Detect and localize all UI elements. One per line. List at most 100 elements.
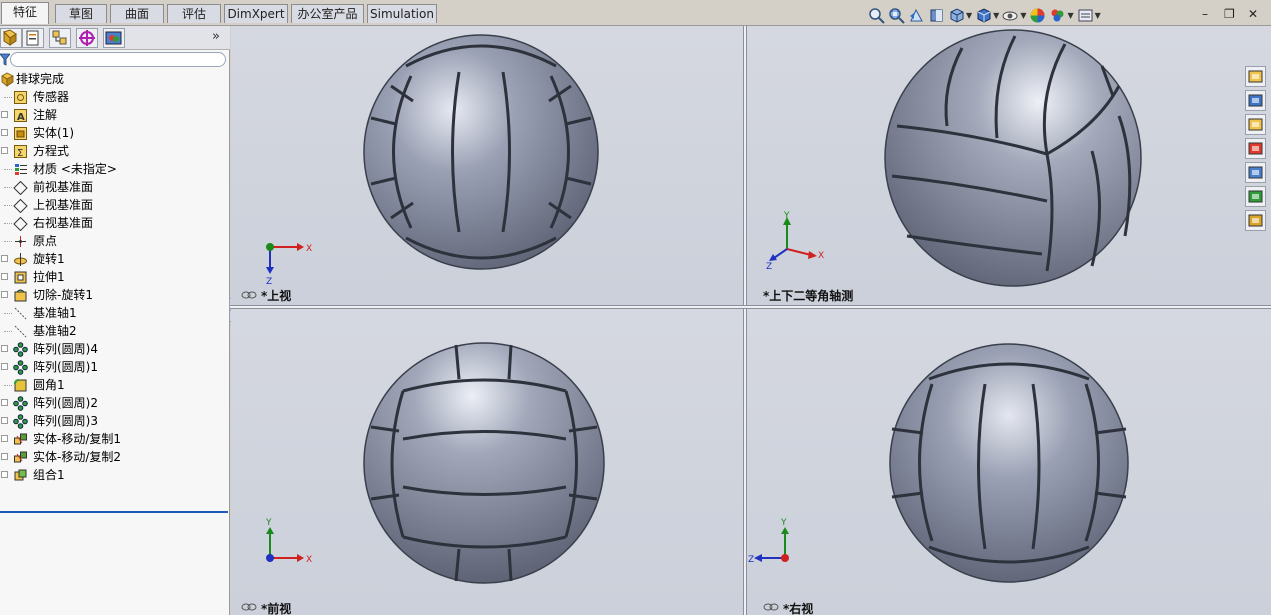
view-settings-dropdown-icon[interactable]: ▼	[1095, 11, 1101, 20]
tree-node[interactable]: 阵列(圆周)3	[0, 412, 228, 430]
tab-dimxpert[interactable]: DimXpert	[224, 4, 288, 23]
configuration-manager-tab[interactable]	[49, 28, 71, 48]
tree-node-label: 基准轴2	[33, 324, 77, 338]
expand-toggle-icon[interactable]	[1, 345, 8, 352]
expand-toggle-icon[interactable]	[1, 435, 8, 442]
expand-toggle-icon[interactable]	[1, 399, 8, 406]
hide-show-items-icon[interactable]	[1002, 7, 1019, 24]
expand-toggle-icon[interactable]	[1, 417, 8, 424]
expand-toggle-icon[interactable]	[1, 291, 8, 298]
tree-node[interactable]: 阵列(圆周)1	[0, 358, 228, 376]
tree-node[interactable]: 阵列(圆周)4	[0, 340, 228, 358]
link-views-icon[interactable]	[241, 603, 257, 611]
view-palette-tab[interactable]	[1245, 162, 1266, 183]
property-manager-tab[interactable]	[22, 28, 44, 48]
view-settings-icon[interactable]	[1077, 7, 1094, 24]
rollback-bar[interactable]	[0, 511, 228, 513]
link-views-icon[interactable]	[241, 291, 257, 299]
filter-icon[interactable]	[0, 53, 10, 66]
viewport-right[interactable]: Y Z *右视	[747, 309, 1271, 615]
expand-toggle-icon[interactable]	[1, 471, 8, 478]
tree-node[interactable]: 传感器	[0, 88, 228, 106]
viewport-splitter-horizontal[interactable]	[230, 305, 1271, 309]
expand-toggle-icon[interactable]	[1, 273, 8, 280]
display-style-icon[interactable]	[975, 7, 992, 24]
display-style-dropdown-icon[interactable]: ▼	[993, 11, 999, 20]
configuration-manager-icon	[52, 30, 67, 45]
tree-node[interactable]: 上视基准面	[0, 196, 228, 214]
combine-icon	[14, 469, 27, 481]
tree-node[interactable]: A 注解	[0, 106, 228, 124]
origin-icon	[15, 236, 26, 247]
apply-scene-dropdown-icon[interactable]: ▼	[1067, 11, 1073, 20]
file-explorer-tab[interactable]	[1245, 114, 1266, 135]
tree-node[interactable]: 前视基准面	[0, 178, 228, 196]
dimxpert-manager-tab[interactable]	[76, 28, 98, 48]
part-icon	[1, 72, 14, 87]
more-tabs-icon[interactable]: »	[212, 29, 220, 44]
edit-appearance-icon[interactable]	[1029, 7, 1046, 24]
tree-node[interactable]: 拉伸1	[0, 268, 228, 286]
tree-node[interactable]: Σ 方程式	[0, 142, 228, 160]
view-orientation-icon[interactable]	[948, 7, 965, 24]
tree-node[interactable]: 切除-旋转1	[0, 286, 228, 304]
display-manager-icon	[105, 31, 122, 45]
link-views-icon[interactable]	[763, 603, 779, 611]
expand-toggle-icon[interactable]	[1, 111, 8, 118]
search-icon	[1248, 142, 1263, 155]
zoom-area-icon[interactable]	[888, 7, 905, 24]
tree-root-part[interactable]: 排球完成	[0, 70, 228, 88]
expand-toggle-icon[interactable]	[1, 147, 8, 154]
tree-node[interactable]: 实体-移动/复制1	[0, 430, 228, 448]
sensor-icon	[14, 91, 27, 104]
tree-node[interactable]: 圆角1	[0, 376, 228, 394]
filter-input[interactable]	[10, 52, 226, 67]
tree-node[interactable]: 基准轴1	[0, 304, 228, 322]
tab-office-products[interactable]: 办公室产品	[291, 4, 364, 23]
view-orientation-dropdown-icon[interactable]: ▼	[966, 11, 972, 20]
tab-simulation[interactable]: Simulation	[367, 4, 437, 23]
design-library-tab[interactable]	[1245, 90, 1266, 111]
tree-node[interactable]: 基准轴2	[0, 322, 228, 340]
viewport-top[interactable]: X Z *上视	[231, 26, 743, 305]
solidworks-resources-tab[interactable]	[1245, 66, 1266, 87]
volleyball-model-dimetric[interactable]	[747, 26, 1271, 305]
move-copy-body-icon	[14, 433, 27, 445]
volleyball-model-front[interactable]	[231, 309, 743, 615]
appearances-tab[interactable]	[1245, 186, 1266, 207]
section-view-icon[interactable]	[928, 7, 945, 24]
tree-node-label: 方程式	[33, 144, 70, 158]
tab-surfaces[interactable]: 曲面	[110, 4, 164, 23]
viewport-splitter-vertical[interactable]	[743, 26, 747, 615]
expand-toggle-icon[interactable]	[1, 363, 8, 370]
expand-toggle-icon[interactable]	[1, 255, 8, 262]
zoom-to-fit-icon[interactable]	[868, 7, 885, 24]
tree-node[interactable]: 组合1	[0, 466, 228, 484]
hide-show-dropdown-icon[interactable]: ▼	[1020, 11, 1026, 20]
tree-node[interactable]: 原点	[0, 232, 228, 250]
display-manager-tab[interactable]	[103, 28, 125, 48]
apply-scene-icon[interactable]	[1049, 7, 1066, 24]
search-tab[interactable]	[1245, 138, 1266, 159]
tree-node[interactable]: 材质 <未指定>	[0, 160, 228, 178]
custom-properties-tab[interactable]	[1245, 210, 1266, 231]
tab-sketch[interactable]: 草图	[55, 4, 107, 23]
restore-button[interactable]: ❐	[1224, 7, 1235, 21]
volleyball-model-right[interactable]	[747, 309, 1271, 615]
tree-node[interactable]: 实体(1)	[0, 124, 228, 142]
viewport-dimetric[interactable]: Y X Z *上下二等角轴测	[747, 26, 1271, 305]
close-button[interactable]: ✕	[1248, 7, 1258, 21]
tree-node[interactable]: 右视基准面	[0, 214, 228, 232]
expand-toggle-icon[interactable]	[1, 453, 8, 460]
feature-manager-tab[interactable]	[0, 28, 22, 48]
extrude-icon	[14, 271, 27, 284]
tree-node[interactable]: 阵列(圆周)2	[0, 394, 228, 412]
tab-evaluate[interactable]: 评估	[167, 4, 221, 23]
viewport-front[interactable]: Y X *前视	[231, 309, 743, 615]
previous-view-icon[interactable]	[908, 7, 925, 24]
tab-features[interactable]: 特征	[1, 2, 49, 24]
tree-node[interactable]: 旋转1	[0, 250, 228, 268]
minimize-button[interactable]: –	[1202, 7, 1208, 21]
tree-node[interactable]: 实体-移动/复制2	[0, 448, 228, 466]
expand-toggle-icon[interactable]	[1, 129, 8, 136]
